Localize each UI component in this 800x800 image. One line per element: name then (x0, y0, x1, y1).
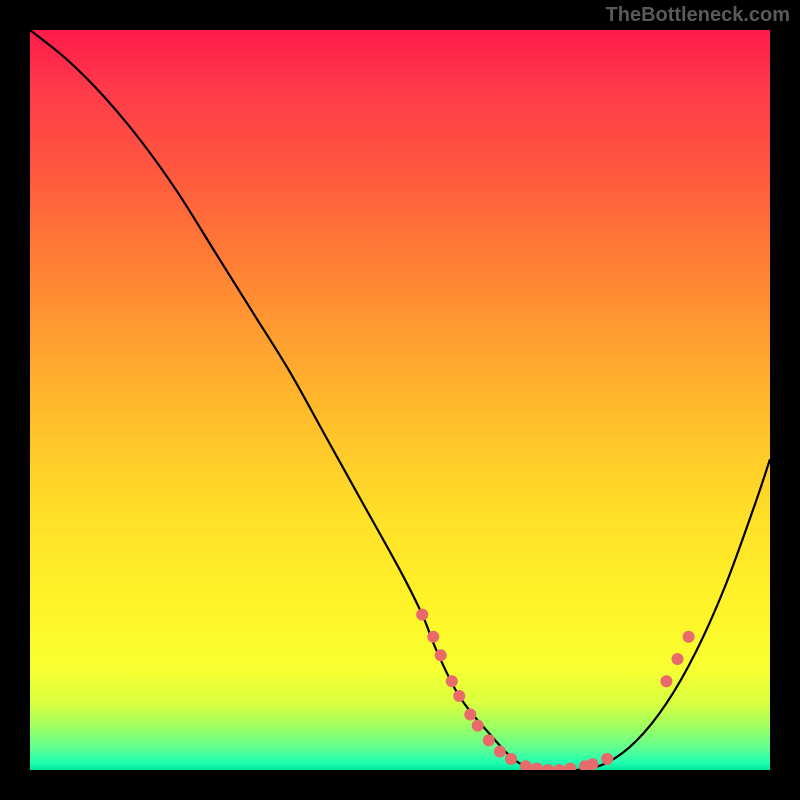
data-point (531, 763, 543, 770)
data-point (564, 763, 576, 770)
data-point (542, 764, 554, 770)
data-point (446, 675, 458, 687)
data-point (472, 720, 484, 732)
data-point (483, 734, 495, 746)
data-point (494, 746, 506, 758)
data-points (416, 609, 694, 770)
data-point (683, 631, 695, 643)
chart-svg (30, 30, 770, 770)
data-point (520, 760, 532, 770)
plot-area (30, 30, 770, 770)
data-point (453, 690, 465, 702)
data-point (416, 609, 428, 621)
data-point (586, 758, 598, 770)
data-point (601, 753, 613, 765)
data-point (464, 709, 476, 721)
data-point (505, 753, 517, 765)
data-point (427, 631, 439, 643)
data-point (435, 649, 447, 661)
data-point (660, 675, 672, 687)
data-point (672, 653, 684, 665)
watermark-text: TheBottleneck.com (606, 4, 790, 27)
bottleneck-curve (30, 30, 770, 770)
data-point (553, 764, 565, 770)
